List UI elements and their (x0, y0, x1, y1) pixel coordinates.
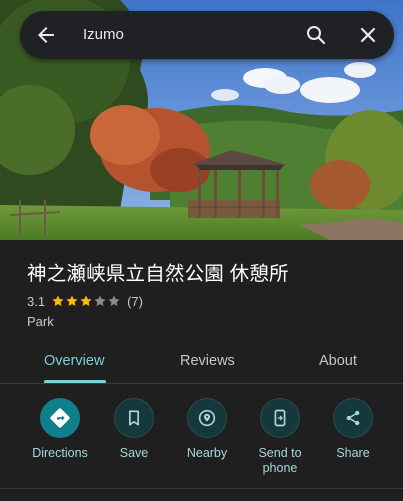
search-query[interactable]: Izumo (83, 26, 124, 43)
divider (0, 488, 403, 489)
bookmark-icon (114, 398, 154, 438)
star-filled-icon (66, 295, 78, 307)
tab-overview[interactable]: Overview (44, 353, 104, 369)
search-bar[interactable]: Izumo (20, 11, 394, 59)
review-count: (7) (127, 293, 143, 309)
share-label: Share (336, 446, 370, 460)
search-icon[interactable] (304, 23, 328, 47)
star-empty-icon (108, 295, 120, 307)
send-to-phone-button[interactable]: Send to phone (241, 398, 319, 476)
directions-icon (40, 398, 80, 438)
share-button[interactable]: Share (314, 398, 392, 461)
nearby-label: Nearby (186, 446, 228, 460)
save-label: Save (119, 446, 149, 460)
save-button[interactable]: Save (95, 398, 173, 461)
rating-value: 3.1 (27, 293, 46, 309)
rating-row[interactable]: 3.1 (7) (27, 292, 143, 310)
rating-stars (51, 294, 121, 308)
star-filled-icon (52, 295, 64, 307)
tab-about[interactable]: About (319, 353, 357, 369)
nearby-icon (187, 398, 227, 438)
send-to-phone-icon (260, 398, 300, 438)
arrow-left-icon[interactable] (34, 23, 58, 47)
tab-reviews[interactable]: Reviews (180, 353, 235, 369)
place-tabs: Overview Reviews About (0, 340, 403, 384)
close-icon[interactable] (356, 23, 380, 47)
share-icon (333, 398, 373, 438)
send-to-phone-label: Send to phone (258, 446, 302, 475)
active-tab-indicator (44, 380, 106, 383)
nearby-button[interactable]: Nearby (168, 398, 246, 461)
star-empty-icon (94, 295, 106, 307)
directions-label: Directions (32, 446, 88, 460)
star-filled-icon (80, 295, 92, 307)
directions-button[interactable]: Directions (21, 398, 99, 461)
place-title: 神之瀬峡県立自然公園 休憩所 (27, 263, 289, 285)
place-category: Park (27, 314, 54, 329)
